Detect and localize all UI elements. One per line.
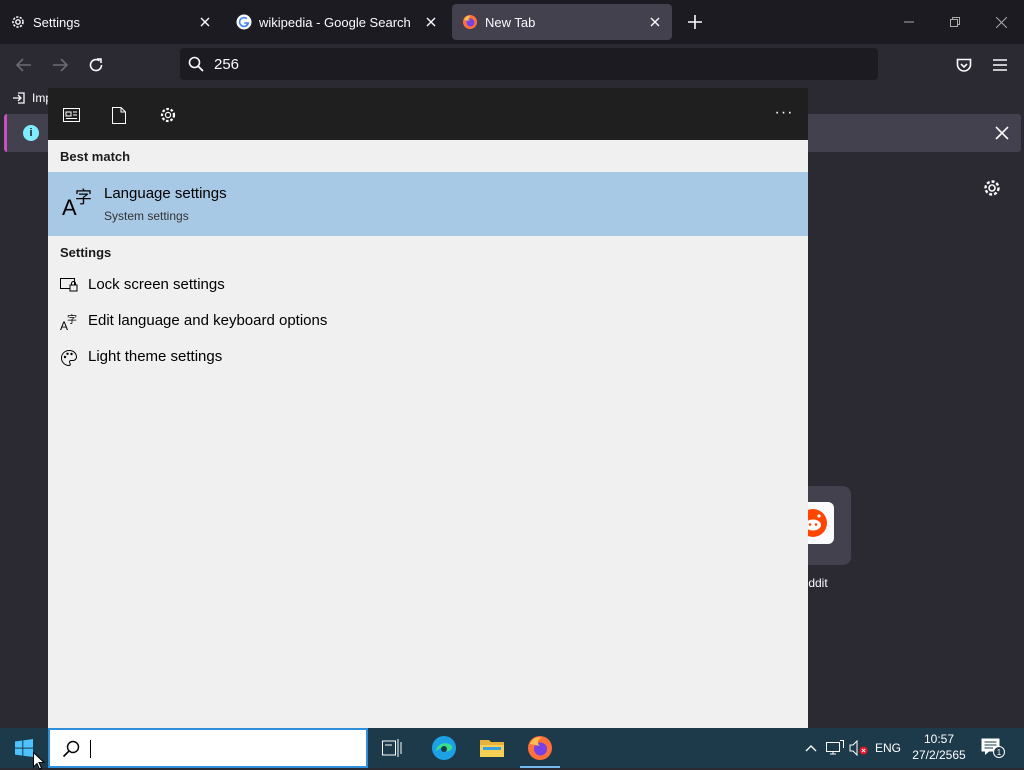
task-view-button[interactable] [368,728,416,768]
text-caret [90,740,91,758]
notification-icon: 1 [981,738,1005,758]
forward-button[interactable] [48,54,72,76]
settings-filter-gear-icon[interactable] [159,106,177,124]
firefox-icon [462,14,478,30]
tab-google-search[interactable]: wikipedia - Google Search [226,4,448,40]
arrow-left-icon [16,58,31,72]
address-bar[interactable]: 256 [180,48,878,80]
windows-logo-icon [15,739,33,757]
taskbar-file-explorer-button[interactable] [468,728,516,768]
minimize-icon [904,21,914,23]
clock-time: 10:57 [923,732,955,746]
network-icon [826,740,844,755]
tab-title: Settings [33,14,80,30]
more-options-button[interactable]: ··· [772,104,796,124]
close-tab-icon[interactable] [646,13,664,31]
result-label: Lock screen settings [88,276,225,293]
page-settings-gear-icon[interactable] [982,178,1002,198]
best-match-title: Language settings [104,185,227,202]
search-icon [188,56,204,72]
lock-screen-icon [60,277,78,295]
result-label: Edit language and keyboard options [88,312,328,329]
documents-filter-icon[interactable] [110,106,128,124]
apps-filter-icon[interactable] [62,106,80,124]
plus-icon [688,15,702,29]
gear-icon [10,14,26,30]
result-light-theme-settings[interactable]: Light theme settings [48,340,808,376]
close-icon [995,16,1007,28]
tab-settings[interactable]: Settings [0,4,222,40]
result-lock-screen-settings[interactable]: Lock screen settings [48,268,808,304]
restore-icon [950,17,960,27]
best-match-subtitle: System settings [104,209,189,223]
volume-button[interactable] [848,728,870,768]
close-tab-icon[interactable] [422,13,440,31]
navigation-toolbar: 256 [0,44,1024,86]
notification-close-button[interactable] [993,124,1011,142]
start-search-panel: ··· Best match A字 Language settings Syst… [48,88,808,728]
tab-title: wikipedia - Google Search [259,14,411,30]
notification-count: 1 [997,748,1002,757]
import-icon [13,92,25,104]
address-bar-text: 256 [214,55,240,73]
palette-icon [60,349,78,367]
menu-button[interactable] [988,54,1012,76]
best-match-heading: Best match [60,149,131,164]
clock-date: 27/2/2565 [912,748,966,762]
restore-button[interactable] [932,0,978,44]
tab-title: New Tab [485,14,536,30]
tab-new-tab[interactable]: New Tab [452,4,672,40]
language-icon: A字 [60,184,94,218]
edge-icon [432,736,456,760]
taskbar-firefox-button[interactable] [516,728,564,768]
reload-icon [89,58,103,72]
reload-button[interactable] [84,54,108,76]
close-tab-icon[interactable] [196,13,214,31]
arrow-right-icon [53,58,68,72]
volume-muted-icon [849,740,868,756]
hamburger-icon [993,59,1007,71]
best-match-result[interactable]: A字 Language settings System settings [48,172,808,236]
action-center-button[interactable]: 1 [978,728,1008,768]
taskbar: ENG 10:57 27/2/2565 1 [0,728,1024,768]
browser-tab-strip: Settings wikipedia - Google Search New T… [0,0,1024,44]
minimize-button[interactable] [886,0,932,44]
pocket-button[interactable] [952,54,976,76]
folder-icon [480,740,504,757]
pocket-icon [956,58,972,72]
input-language-indicator[interactable]: ENG [872,728,904,768]
language-icon: A字 [60,313,78,331]
taskbar-search-box[interactable] [48,728,368,768]
new-tab-button[interactable] [684,11,706,33]
chevron-up-icon [805,745,817,752]
task-view-icon [382,739,402,757]
info-icon: i [23,125,39,141]
network-button[interactable] [824,728,846,768]
google-icon [236,14,252,30]
taskbar-search-input[interactable] [92,738,356,760]
search-panel-header: ··· [48,88,808,140]
result-label: Light theme settings [88,348,223,365]
search-icon [62,740,80,758]
close-window-button[interactable] [978,0,1024,44]
clock[interactable]: 10:57 27/2/2565 [908,731,970,763]
result-edit-language-keyboard[interactable]: A字 Edit language and keyboard options [48,304,808,340]
svg-text:字: 字 [67,313,77,326]
close-icon [995,126,1009,140]
mouse-cursor-icon [33,752,45,770]
firefox-icon [528,736,552,760]
show-hidden-icons-button[interactable] [802,728,820,768]
taskbar-edge-button[interactable] [420,728,468,768]
bookmark-import[interactable]: Imp [12,91,52,105]
back-button[interactable] [12,54,36,76]
settings-heading: Settings [60,245,112,260]
svg-text:字: 字 [75,188,92,208]
